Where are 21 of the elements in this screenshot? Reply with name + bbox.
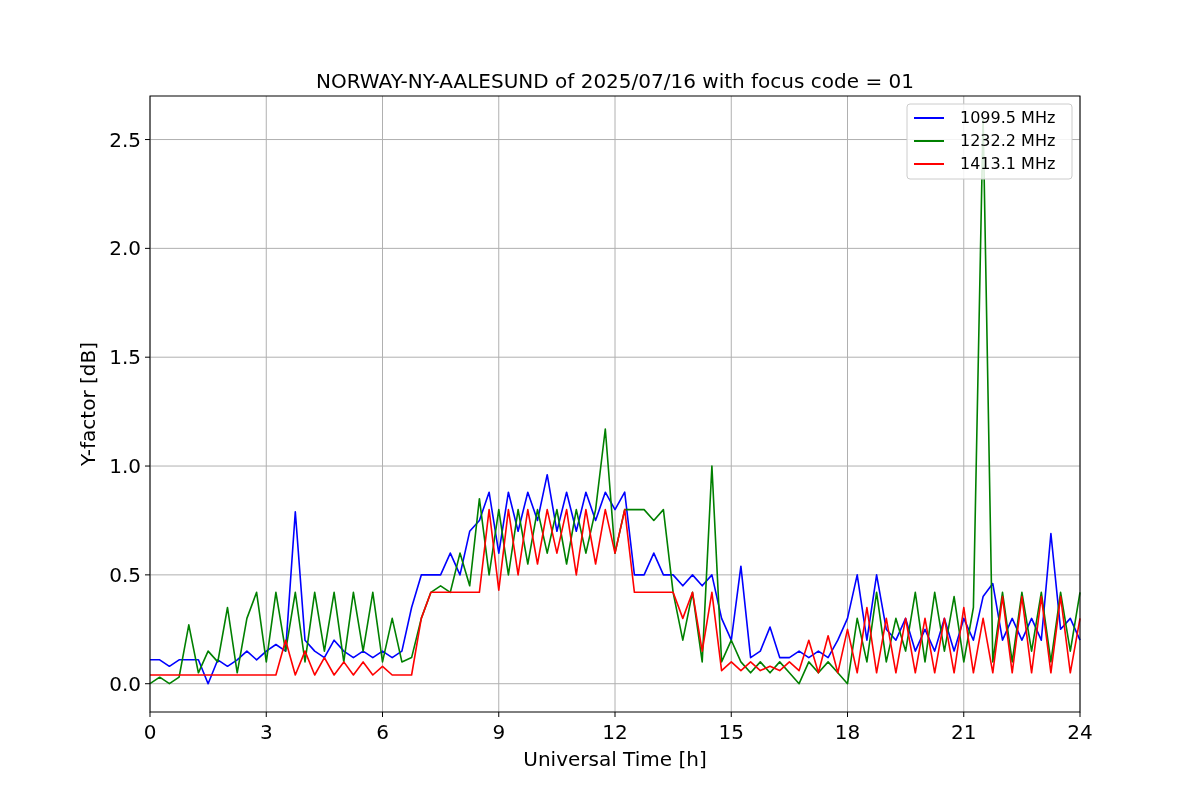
legend-label: 1232.2 MHz (960, 131, 1056, 150)
x-tick-label: 6 (376, 720, 389, 744)
x-axis-label: Universal Time [h] (523, 747, 707, 771)
legend-label: 1413.1 MHz (960, 154, 1056, 173)
x-tick-label: 3 (259, 720, 273, 744)
chart-title: NORWAY-NY-AALESUND of 2025/07/16 with focus code = 01 (316, 69, 914, 93)
x-tick-label: 12 (602, 720, 628, 744)
y-tick-label: 1.0 (109, 454, 141, 479)
y-tick-label: 0.5 (109, 562, 141, 587)
y-tick-label: 2.5 (109, 127, 141, 152)
x-tick-label: 21 (951, 720, 977, 744)
y-axis-label: Y-factor [dB] (76, 342, 100, 466)
x-tick-label: 15 (718, 720, 744, 744)
x-tick-label: 18 (834, 720, 861, 744)
x-tick-label: 9 (492, 720, 506, 744)
y-tick-label: 2.0 (109, 236, 141, 261)
x-tick-label: 24 (1067, 720, 1093, 744)
legend-label: 1099.5 MHz (960, 108, 1056, 127)
x-tick-label: 0 (143, 720, 157, 744)
y-tick-label: 0.0 (109, 671, 141, 696)
y-tick-label: 1.5 (109, 345, 141, 370)
